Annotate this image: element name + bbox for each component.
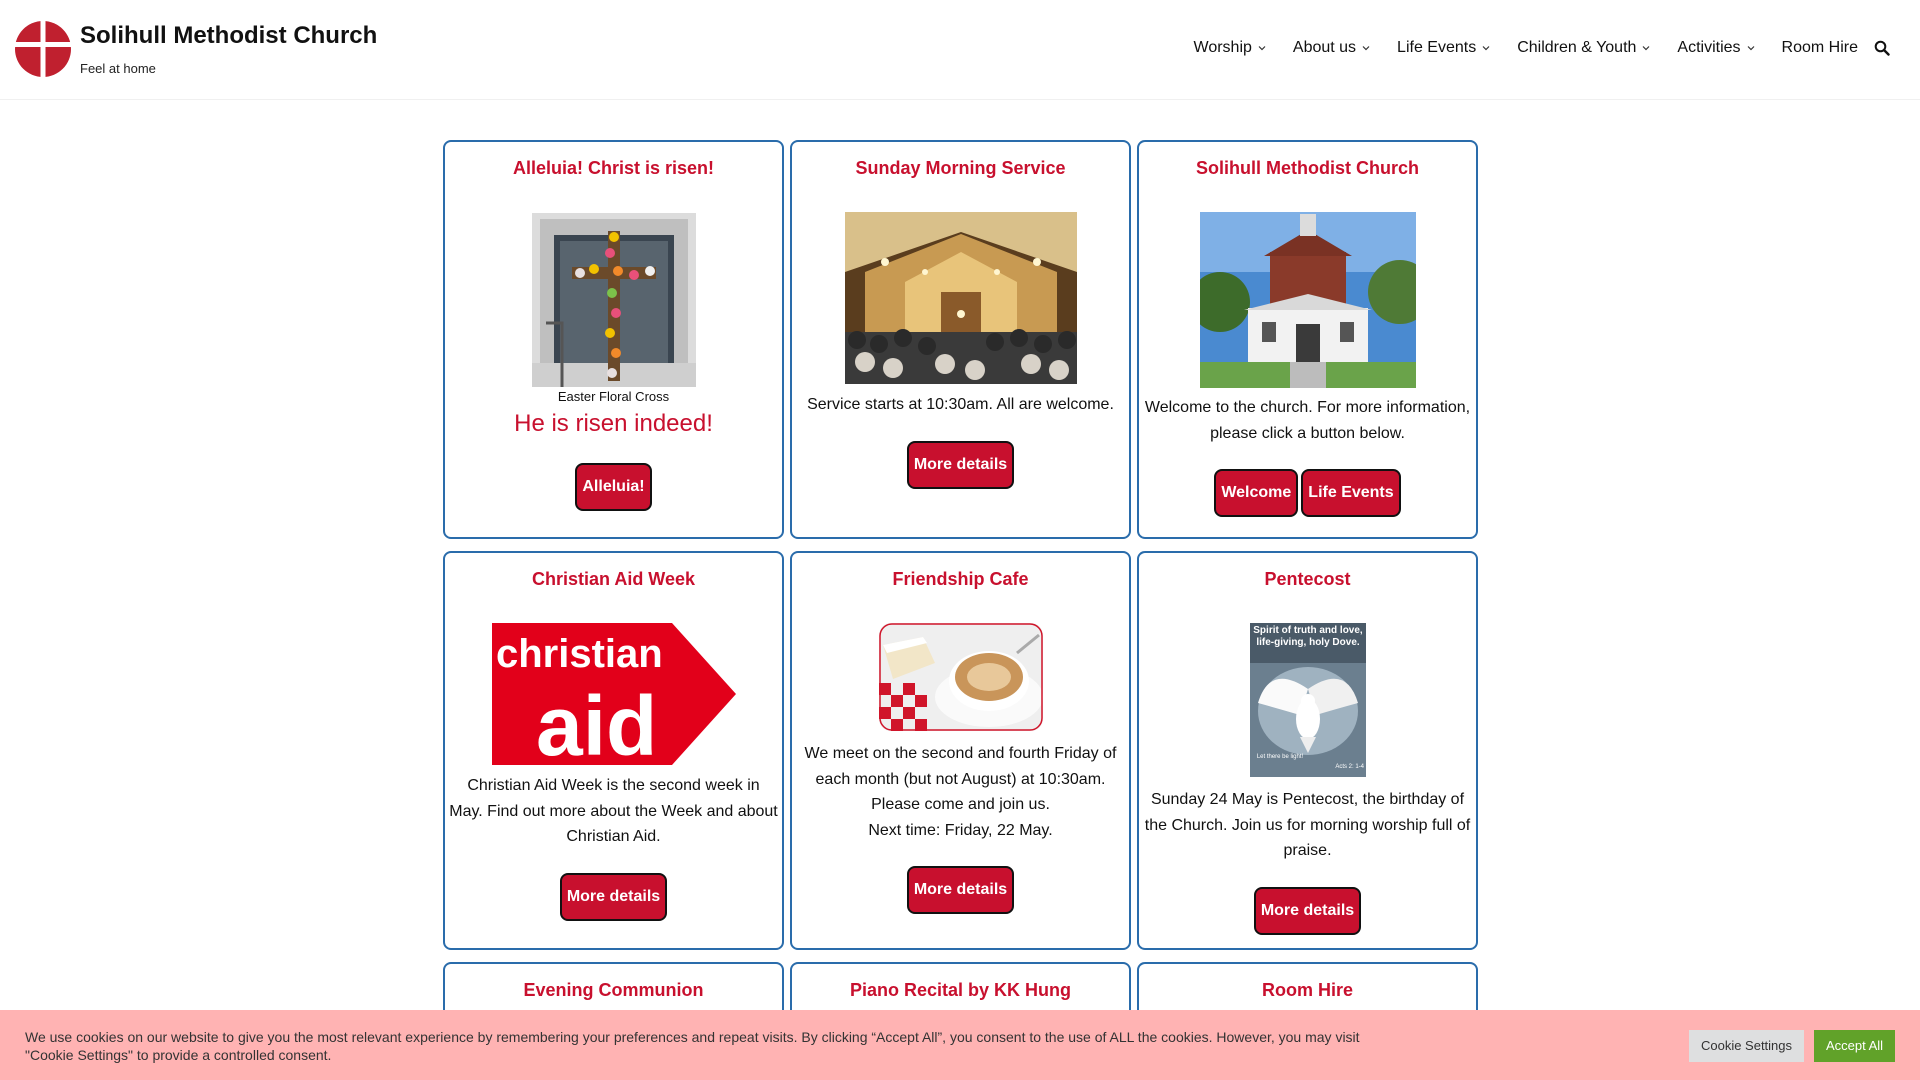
poster-small-text-left: Let there be light!	[1256, 754, 1303, 760]
nav-item-room-hire[interactable]: Room Hire	[1782, 39, 1858, 57]
life-events-button[interactable]: Life Events	[1301, 469, 1401, 517]
easter-floral-cross-image	[531, 213, 696, 387]
nav-label: About us	[1292, 39, 1357, 56]
card-text: We meet on the second and fourth Friday …	[804, 745, 1117, 813]
chevron-down-icon	[1642, 46, 1650, 51]
accept-all-button[interactable]: Accept All	[1814, 1030, 1895, 1062]
next-time-text: Next time: Friday, 22 May.	[868, 821, 1053, 839]
pentecost-dove-poster-image: Spirit of truth and love, life-giving, h…	[1249, 623, 1366, 777]
alleluia-button[interactable]: Alleluia!	[575, 463, 652, 511]
card-text: Sunday 24 May is Pentecost, the birthday…	[1144, 791, 1471, 859]
he-is-risen-text: He is risen indeed!	[514, 410, 713, 437]
card-alleluia: Alleluia! Christ is risen! Easter Floral…	[443, 140, 784, 539]
nav-label: Children & Youth	[1517, 39, 1637, 56]
card-church: Solihull Methodist Church Welcome to the…	[1137, 140, 1478, 539]
cookie-text: We use cookies on our website to give yo…	[25, 1029, 1360, 1063]
cookie-consent-bar: We use cookies on our website to give yo…	[0, 1010, 1920, 1080]
site-header: Solihull Methodist Church Feel at home W…	[0, 0, 1920, 100]
logo-text-aid: aid	[536, 679, 657, 765]
site-tagline: Feel at home	[80, 61, 156, 76]
card-christian-aid: Christian Aid Week christian aid Christi…	[443, 551, 784, 950]
church-building-image	[1199, 212, 1416, 388]
content-grid: Alleluia! Christ is risen! Easter Floral…	[443, 140, 1478, 1080]
nav-label: Room Hire	[1781, 39, 1858, 56]
more-details-button[interactable]: More details	[1253, 886, 1362, 935]
more-details-button[interactable]: More details	[906, 866, 1015, 914]
methodist-cross-logo-icon[interactable]	[15, 21, 71, 77]
chevron-down-icon	[1362, 46, 1370, 51]
main-nav: Worship About us Life Events Children & …	[1194, 39, 1891, 57]
more-details-button[interactable]: More details	[559, 872, 668, 921]
nav-label: Life Events	[1397, 39, 1477, 56]
card-title: Solihull Methodist Church	[1196, 158, 1419, 178]
card-title: Pentecost	[1264, 569, 1351, 589]
nav-item-life-events[interactable]: Life Events	[1397, 39, 1490, 57]
card-text: Christian Aid Week is the second week in…	[449, 777, 778, 845]
card-title: Friendship Cafe	[892, 569, 1029, 589]
coffee-cup-image	[878, 623, 1043, 731]
nav-item-about-us[interactable]: About us	[1293, 39, 1370, 57]
card-title: Piano Recital by KK Hung	[849, 980, 1072, 1000]
chevron-down-icon	[1258, 46, 1266, 51]
card-title: Evening Communion	[523, 980, 704, 1000]
card-sunday-service: Sunday Morning Service Service starts at…	[790, 140, 1131, 539]
welcome-button[interactable]: Welcome	[1214, 469, 1299, 517]
nav-label: Activities	[1677, 39, 1741, 56]
poster-small-text-right: Acts 2: 1-4	[1334, 764, 1364, 770]
nav-label: Worship	[1193, 39, 1252, 56]
nav-item-activities[interactable]: Activities	[1677, 39, 1754, 57]
chevron-down-icon	[1482, 46, 1490, 51]
chevron-down-icon	[1747, 46, 1754, 51]
church-interior-image	[844, 212, 1077, 384]
nav-item-children-youth[interactable]: Children & Youth	[1517, 39, 1650, 57]
card-title: Sunday Morning Service	[855, 158, 1066, 178]
image-caption: Easter Floral Cross	[557, 389, 670, 404]
cookie-settings-button[interactable]: Cookie Settings	[1689, 1030, 1804, 1062]
card-title: Alleluia! Christ is risen!	[512, 158, 715, 178]
more-details-button[interactable]: More details	[906, 440, 1015, 489]
poster-text: Spirit of truth and love, life-giving, h…	[1252, 625, 1363, 648]
logo-text-christian: christian	[496, 632, 663, 676]
card-text: Service starts at 10:30am. All are welco…	[807, 396, 1114, 413]
search-icon[interactable]	[1874, 40, 1890, 56]
nav-item-worship[interactable]: Worship	[1194, 39, 1266, 57]
card-friendship-cafe: Friendship Cafe We meet on the second an…	[790, 551, 1131, 950]
card-pentecost: Pentecost Spirit of truth and love, life…	[1137, 551, 1478, 950]
card-title: Room Hire	[1261, 980, 1353, 1000]
christian-aid-logo-image: christian aid	[491, 623, 736, 765]
card-text: Welcome to the church. For more informat…	[1144, 399, 1471, 442]
site-title[interactable]: Solihull Methodist Church	[80, 22, 377, 50]
card-title: Christian Aid Week	[531, 569, 696, 589]
